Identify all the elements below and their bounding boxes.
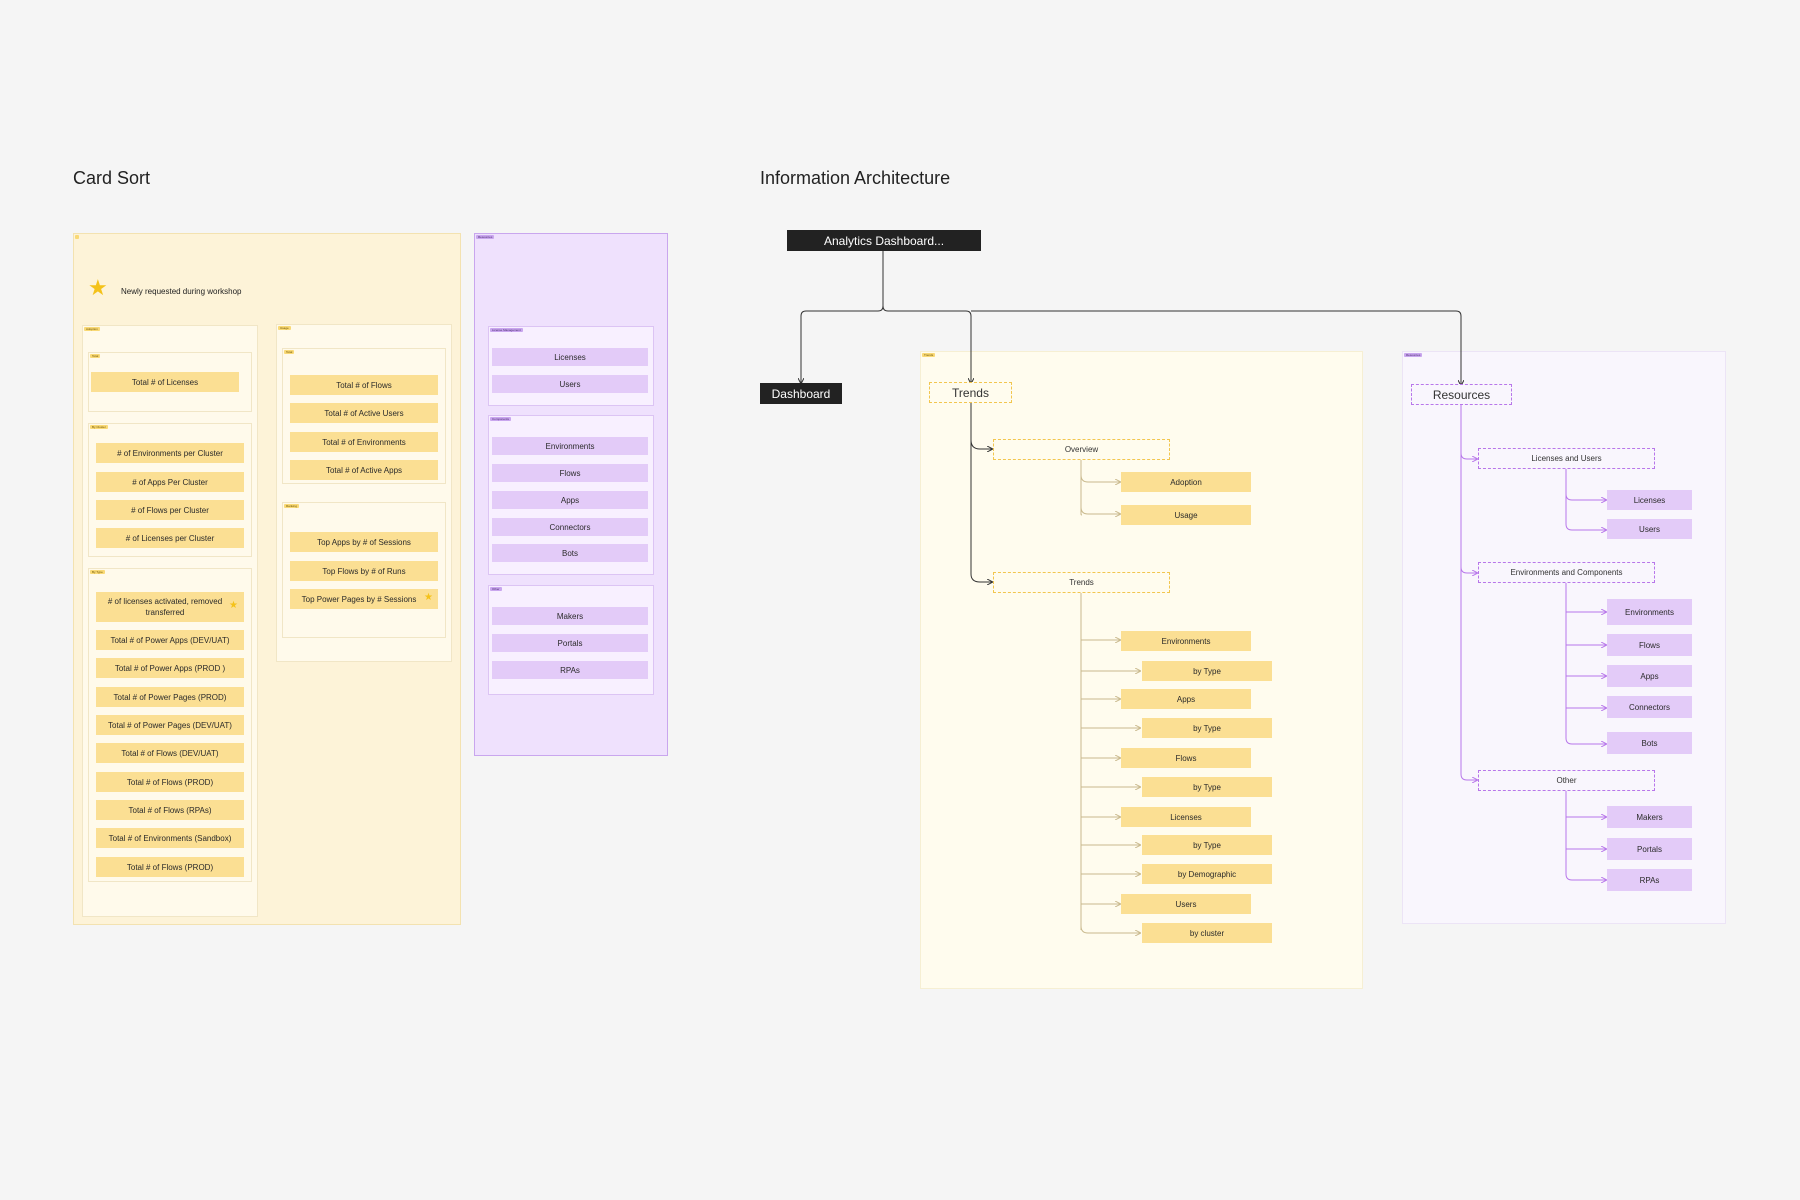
ia-trend-flows[interactable]: Flows [1121, 748, 1251, 768]
connector-lines [0, 250, 1800, 1200]
ia-trend-flows-by-type[interactable]: by Type [1142, 777, 1272, 797]
ia-usage-node[interactable]: Usage [1121, 505, 1251, 525]
ia-trend-environments[interactable]: Environments [1121, 631, 1251, 651]
ia-other-node[interactable]: Other [1478, 770, 1655, 791]
ia-dashboard-node[interactable]: Dashboard [760, 383, 842, 404]
ia-res-bots[interactable]: Bots [1607, 732, 1692, 754]
ia-trend-env-by-type[interactable]: by Type [1142, 661, 1272, 681]
ia-res-environments[interactable]: Environments [1607, 599, 1692, 625]
ia-trends-node[interactable]: Trends [929, 382, 1012, 403]
ia-trend-licenses[interactable]: Licenses [1121, 807, 1251, 827]
ia-res-connectors[interactable]: Connectors [1607, 696, 1692, 718]
ia-trend-licenses-by-type[interactable]: by Type [1142, 835, 1272, 855]
ia-adoption-node[interactable]: Adoption [1121, 472, 1251, 492]
ia-root-node[interactable]: Analytics Dashboard... [787, 230, 981, 251]
ia-trends-sub-node[interactable]: Trends [993, 572, 1170, 593]
ia-trend-by-cluster[interactable]: by cluster [1142, 923, 1272, 943]
ia-res-makers[interactable]: Makers [1607, 806, 1692, 828]
ia-res-flows[interactable]: Flows [1607, 634, 1692, 656]
ia-res-apps[interactable]: Apps [1607, 665, 1692, 687]
ia-trend-by-demographic[interactable]: by Demographic [1142, 864, 1272, 884]
ia-overview-node[interactable]: Overview [993, 439, 1170, 460]
ia-res-rpas[interactable]: RPAs [1607, 869, 1692, 891]
ia-trend-users[interactable]: Users [1121, 894, 1251, 914]
ia-res-licenses[interactable]: Licenses [1607, 490, 1692, 510]
ia-res-users[interactable]: Users [1607, 519, 1692, 539]
ia-resources-node[interactable]: Resources [1411, 384, 1512, 405]
ia-trend-apps-by-type[interactable]: by Type [1142, 718, 1272, 738]
ia-trend-apps[interactable]: Apps [1121, 689, 1251, 709]
ia-res-portals[interactable]: Portals [1607, 838, 1692, 860]
ia-env-components-node[interactable]: Environments and Components [1478, 562, 1655, 583]
ia-licenses-users-node[interactable]: Licenses and Users [1478, 448, 1655, 469]
